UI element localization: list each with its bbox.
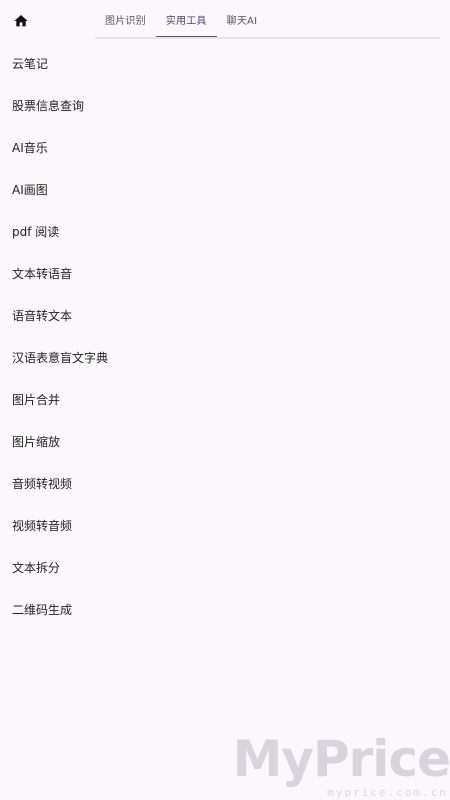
watermark: MyPrice myprice.com.cn: [233, 730, 450, 800]
list-item-video-to-audio[interactable]: 视频转音频: [0, 504, 450, 546]
tab-image-recognition[interactable]: 图片识别: [95, 0, 156, 38]
home-button[interactable]: [10, 10, 32, 32]
top-bar: 图片识别 实用工具 聊天AI: [0, 0, 450, 40]
tab-bar: 图片识别 实用工具 聊天AI: [95, 0, 267, 40]
list-item-qr-generator[interactable]: 二维码生成: [0, 588, 450, 630]
list-item-stock-info[interactable]: 股票信息查询: [0, 84, 450, 126]
list-item-ai-music[interactable]: AI音乐: [0, 126, 450, 168]
list-item-cloud-notes[interactable]: 云笔记: [0, 42, 450, 84]
tool-list: 云笔记 股票信息查询 AI音乐 AI画图 pdf 阅读 文本转语音 语音转文本 …: [0, 42, 450, 630]
list-item-text-split[interactable]: 文本拆分: [0, 546, 450, 588]
list-item-ai-drawing[interactable]: AI画图: [0, 168, 450, 210]
list-item-text-to-speech[interactable]: 文本转语音: [0, 252, 450, 294]
watermark-brand: MyPrice: [232, 730, 450, 788]
tab-utilities[interactable]: 实用工具: [155, 0, 217, 38]
list-item-image-resize[interactable]: 图片缩放: [0, 420, 450, 462]
list-item-speech-to-text[interactable]: 语音转文本: [0, 294, 450, 336]
list-item-braille-dictionary[interactable]: 汉语表意盲文字典: [0, 336, 450, 378]
list-item-pdf-reader[interactable]: pdf 阅读: [0, 210, 450, 252]
list-item-audio-to-video[interactable]: 音频转视频: [0, 462, 450, 504]
list-item-image-merge[interactable]: 图片合并: [0, 378, 450, 420]
tab-divider: [95, 37, 440, 39]
watermark-url: myprice.com.cn: [327, 786, 448, 799]
tab-chat-ai[interactable]: 聊天AI: [217, 0, 268, 38]
home-icon: [14, 15, 28, 27]
